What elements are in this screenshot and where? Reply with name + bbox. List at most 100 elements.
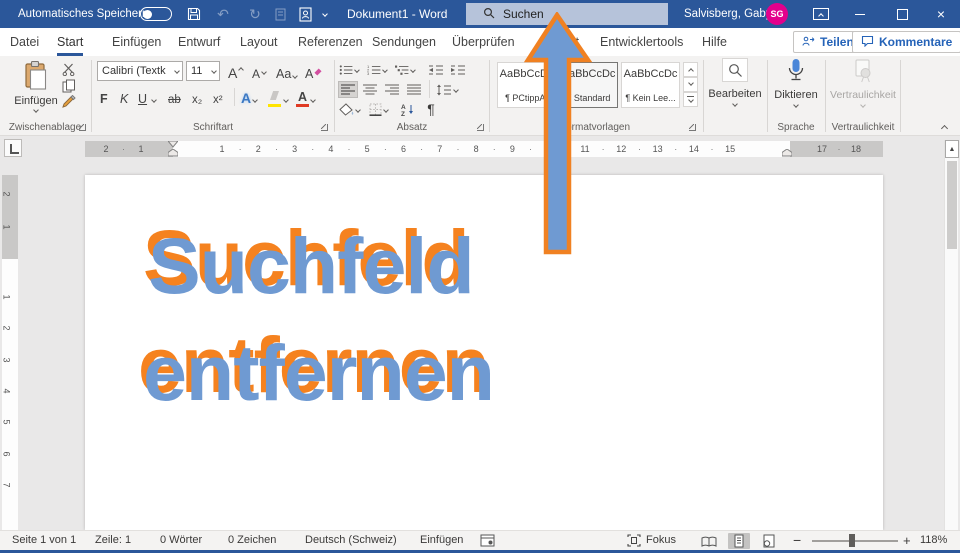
vertical-ruler[interactable]: 2 1 1 2 3 4 5 6 7 <box>2 175 18 530</box>
status-word-count[interactable]: 0 Wörter <box>160 531 202 550</box>
style-card[interactable]: AaBbCcDc ¶ Kein Lee... <box>621 62 680 108</box>
status-line-info[interactable]: Zeile: 1 <box>95 531 131 550</box>
superscript-button[interactable]: x² <box>213 88 223 106</box>
paragraph-dialog-launcher-icon[interactable] <box>476 123 485 132</box>
tab-layout[interactable]: Layout <box>240 28 278 56</box>
vertical-scrollbar[interactable]: ▲ <box>944 140 959 530</box>
minimize-button[interactable] <box>848 0 872 28</box>
grow-font-button[interactable]: A <box>228 63 245 81</box>
increase-indent-button[interactable] <box>450 62 467 77</box>
svg-text:3: 3 <box>367 71 370 76</box>
borders-button[interactable] <box>369 102 393 117</box>
styles-gallery-more-button[interactable] <box>683 92 698 107</box>
zoom-slider[interactable] <box>812 540 898 542</box>
sort-button[interactable]: AZ <box>400 102 418 117</box>
change-case-button[interactable]: Aa <box>276 63 299 81</box>
sensitivity-button[interactable]: Vertraulichkeit <box>828 58 898 120</box>
document-text[interactable]: Suchfeld entfernen <box>85 212 495 426</box>
font-dialog-launcher-icon[interactable] <box>320 123 329 132</box>
align-left-button[interactable] <box>338 81 358 98</box>
scrollbar-thumb[interactable] <box>947 161 957 249</box>
contact-icon[interactable] <box>296 0 314 28</box>
tab-überprüfen[interactable]: Überprüfen <box>452 28 515 56</box>
bullets-button[interactable] <box>339 62 360 77</box>
status-language[interactable]: Deutsch (Schweiz) <box>305 531 397 550</box>
quick-command-icon[interactable] <box>272 0 288 28</box>
format-painter-button[interactable] <box>62 94 88 109</box>
numbering-button[interactable]: 123 <box>367 62 388 77</box>
close-button[interactable]: × <box>928 0 954 28</box>
tab-einfügen[interactable]: Einfügen <box>112 28 161 56</box>
left-indent-marker[interactable] <box>168 149 178 157</box>
document-page[interactable]: Suchfeld entfernen <box>85 175 883 530</box>
tab-referenzen[interactable]: Referenzen <box>298 28 363 56</box>
status-page-info[interactable]: Seite 1 von 1 <box>12 531 76 550</box>
zoom-level[interactable]: 118% <box>920 531 947 550</box>
multilevel-list-button[interactable] <box>395 62 416 77</box>
paste-button[interactable]: Einfügen <box>10 60 62 120</box>
subscript-button[interactable]: x₂ <box>192 88 202 106</box>
first-line-indent-marker[interactable] <box>168 141 178 148</box>
tab-datei[interactable]: Datei <box>10 28 39 56</box>
read-mode-button[interactable] <box>698 533 720 549</box>
font-size-select[interactable]: 11 <box>186 61 220 81</box>
print-layout-button[interactable] <box>728 533 750 549</box>
scroll-up-button[interactable]: ▲ <box>945 140 959 158</box>
qat-customize-caret[interactable] <box>318 0 332 28</box>
pilcrow-button[interactable]: ¶ <box>424 101 438 117</box>
tab-stop-selector[interactable] <box>4 139 22 157</box>
shading-button[interactable] <box>339 102 363 117</box>
copy-button[interactable] <box>62 78 88 93</box>
sensitivity-group-label: Vertraulichkeit <box>831 122 895 133</box>
comments-button[interactable]: Kommentare <box>852 31 960 53</box>
tab-hilfe[interactable]: Hilfe <box>702 28 727 56</box>
font-name-select[interactable]: Calibri (Textk <box>97 61 183 81</box>
redo-icon[interactable]: ↻ <box>244 0 266 28</box>
editing-button[interactable]: Bearbeiten <box>705 58 765 120</box>
status-char-count[interactable]: 0 Zeichen <box>228 531 276 550</box>
align-right-button[interactable] <box>383 82 401 97</box>
user-name[interactable]: Salvisberg, Gaby <box>684 0 772 28</box>
zoom-out-button[interactable]: − <box>793 531 801 550</box>
right-indent-marker[interactable] <box>782 149 792 157</box>
focus-button[interactable]: Fokus <box>627 531 676 550</box>
zoom-slider-thumb[interactable] <box>849 534 855 547</box>
font-color-button[interactable]: A <box>296 88 316 107</box>
styles-dialog-launcher-icon[interactable] <box>688 123 697 132</box>
underline-button[interactable]: U <box>138 88 147 106</box>
save-icon[interactable] <box>184 0 204 28</box>
clear-formatting-button[interactable]: A <box>305 63 322 81</box>
dictate-button[interactable]: Diktieren <box>766 58 826 120</box>
bold-button[interactable]: F <box>100 88 108 106</box>
line-spacing-button[interactable] <box>436 82 460 97</box>
underline-options-caret[interactable] <box>151 88 157 106</box>
cut-button[interactable] <box>62 62 88 77</box>
zoom-in-button[interactable]: + <box>903 531 911 550</box>
tab-sendungen[interactable]: Sendungen <box>372 28 436 56</box>
justify-button[interactable] <box>405 82 423 97</box>
tab-entwurf[interactable]: Entwurf <box>178 28 220 56</box>
ribbon-display-options-icon[interactable] <box>813 8 829 20</box>
styles-scroll-up-button[interactable] <box>683 62 698 77</box>
text-effects-button[interactable]: A <box>241 88 258 106</box>
shrink-font-button[interactable]: A <box>252 63 267 81</box>
maximize-button[interactable] <box>890 0 914 28</box>
italic-button[interactable]: K <box>120 88 128 106</box>
share-label: Teilen <box>820 35 854 49</box>
status-insert-mode[interactable]: Einfügen <box>420 531 463 550</box>
avatar[interactable]: SG <box>766 3 788 25</box>
web-layout-button[interactable] <box>758 533 780 549</box>
document-title: Dokument1 - Word <box>347 7 448 21</box>
collapse-ribbon-button[interactable] <box>936 120 952 134</box>
decrease-indent-button[interactable] <box>428 62 445 77</box>
tab-start[interactable]: Start <box>57 28 84 56</box>
horizontal-ruler[interactable]: 21·1·2·3·4·5·6·7·8·9·10·11·12·13·14·1517… <box>85 141 883 157</box>
tab-entwicklertools[interactable]: Entwicklertools <box>600 28 683 56</box>
clipboard-dialog-launcher-icon[interactable] <box>78 123 87 132</box>
highlight-button[interactable] <box>268 88 289 107</box>
undo-icon[interactable]: ↶ <box>212 0 234 28</box>
autosave-toggle[interactable] <box>140 7 172 21</box>
styles-scroll-down-button[interactable] <box>683 77 698 92</box>
align-center-button[interactable] <box>361 82 379 97</box>
strikethrough-button[interactable]: ab <box>168 88 181 106</box>
